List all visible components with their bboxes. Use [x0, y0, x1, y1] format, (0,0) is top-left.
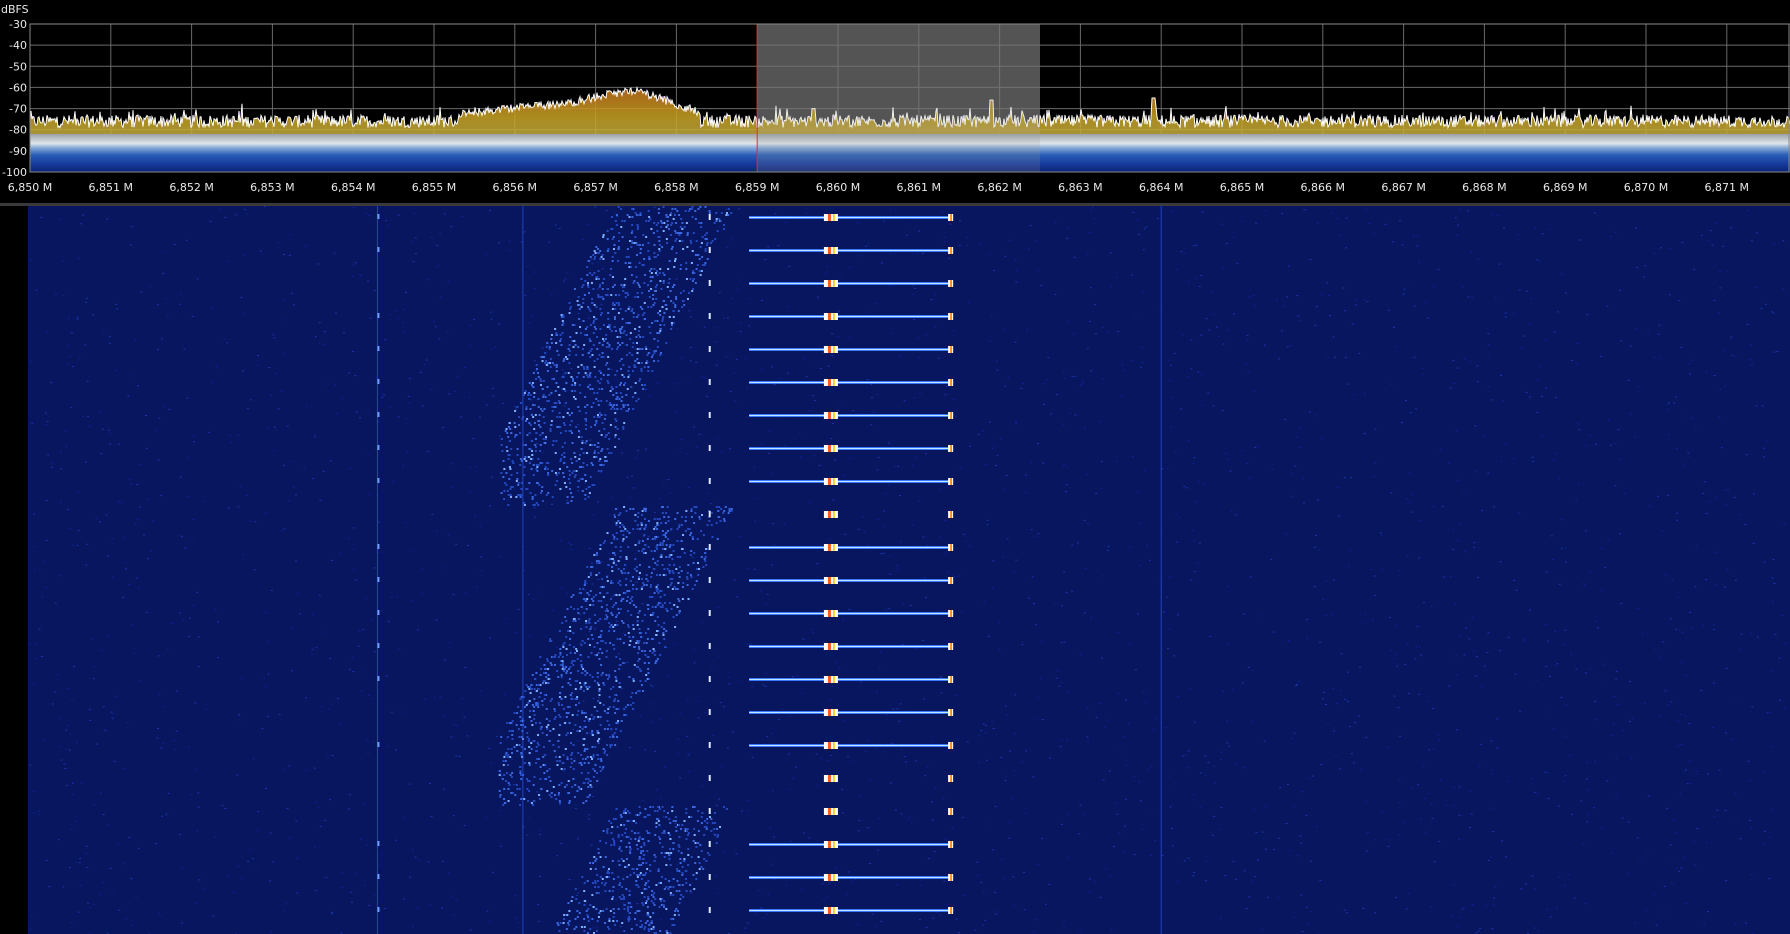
freq-tick-label: 6,869 M: [1543, 181, 1587, 194]
burst-tick: [708, 742, 711, 748]
burst-tick: [708, 544, 711, 550]
burst-tick-left: [377, 742, 380, 747]
freq-tick-label: 6,870 M: [1624, 181, 1668, 194]
burst-tick: [708, 445, 711, 451]
freq-tick-label: 6,852 M: [169, 181, 213, 194]
burst-tick-left: [377, 610, 380, 615]
freq-tick-label: 6,871 M: [1705, 181, 1749, 194]
burst-tick: [708, 247, 711, 253]
burst-tick: [708, 280, 711, 286]
freq-tick-label: 6,853 M: [250, 181, 294, 194]
burst-tick-left: [377, 445, 380, 450]
burst-tick-left: [377, 412, 380, 417]
db-tick-label: -100: [2, 166, 27, 179]
freq-tick-label: 6,863 M: [1058, 181, 1102, 194]
burst-tick-left: [377, 577, 380, 582]
freq-tick-label: 6,860 M: [816, 181, 860, 194]
freq-tick-label: 6,859 M: [735, 181, 779, 194]
freq-tick-label: 6,868 M: [1462, 181, 1506, 194]
freq-tick-label: 6,856 M: [493, 181, 537, 194]
db-unit-label: dBFS: [1, 3, 29, 16]
db-tick-label: -30: [9, 18, 27, 31]
db-tick-label: -90: [9, 145, 27, 158]
sdr-window: dBFS -30 -40 -50 -60 -70 -80 -90 -100 6,850 M 6,85…: [0, 0, 1790, 934]
freq-tick-label: 6,866 M: [1301, 181, 1345, 194]
burst-tick: [708, 346, 711, 352]
freq-tick-label: 6,858 M: [654, 181, 698, 194]
burst-tick-left: [377, 544, 380, 549]
burst-tick: [708, 379, 711, 385]
burst-tick-left: [377, 907, 380, 912]
burst-tick-left: [377, 874, 380, 879]
burst-tick-left: [377, 313, 380, 318]
db-tick-label: -70: [9, 103, 27, 116]
db-tick-label: -40: [9, 39, 27, 52]
freq-tick-label: 6,867 M: [1381, 181, 1425, 194]
freq-tick-label: 6,850 M: [8, 181, 52, 194]
burst-tick: [708, 577, 711, 583]
burst-tick: [708, 775, 711, 781]
freq-tick-label: 6,857 M: [573, 181, 617, 194]
burst-tick: [708, 709, 711, 715]
burst-tick-left: [377, 676, 380, 681]
freq-tick-label: 6,862 M: [977, 181, 1021, 194]
burst-tick: [708, 313, 711, 319]
burst-tick-left: [377, 214, 380, 219]
burst-tick: [708, 511, 711, 517]
freq-tick-label: 6,864 M: [1139, 181, 1183, 194]
burst-tick-left: [377, 247, 380, 252]
burst-tick-left: [377, 643, 380, 648]
waterfall-left-margin: [0, 206, 28, 934]
burst-tick: [708, 676, 711, 682]
burst-tick-left: [377, 478, 380, 483]
db-tick-label: -50: [9, 60, 27, 73]
burst-tick: [708, 808, 711, 814]
burst-tick: [708, 610, 711, 616]
freq-tick-label: 6,861 M: [897, 181, 941, 194]
db-tick-label: -60: [9, 81, 27, 94]
burst-tick: [708, 841, 711, 847]
freq-tick-label: 6,851 M: [89, 181, 133, 194]
burst-tick: [708, 478, 711, 484]
burst-tick: [708, 874, 711, 880]
freq-tick-label: 6,854 M: [331, 181, 375, 194]
burst-tick: [708, 214, 711, 220]
burst-tick-left: [377, 841, 380, 846]
filter-passband-overlay: [757, 24, 1040, 172]
waterfall-panel[interactable]: [0, 206, 1790, 934]
burst-tick: [708, 412, 711, 418]
spectrum-panel[interactable]: dBFS -30 -40 -50 -60 -70 -80 -90 -100 6,850 M 6,85…: [0, 0, 1790, 203]
freq-tick-label: 6,855 M: [412, 181, 456, 194]
burst-tick-left: [377, 379, 380, 384]
burst-tick: [708, 907, 711, 913]
freq-tick-label: 6,865 M: [1220, 181, 1264, 194]
burst-tick-left: [377, 346, 380, 351]
db-tick-label: -80: [9, 124, 27, 137]
burst-tick: [708, 643, 711, 649]
